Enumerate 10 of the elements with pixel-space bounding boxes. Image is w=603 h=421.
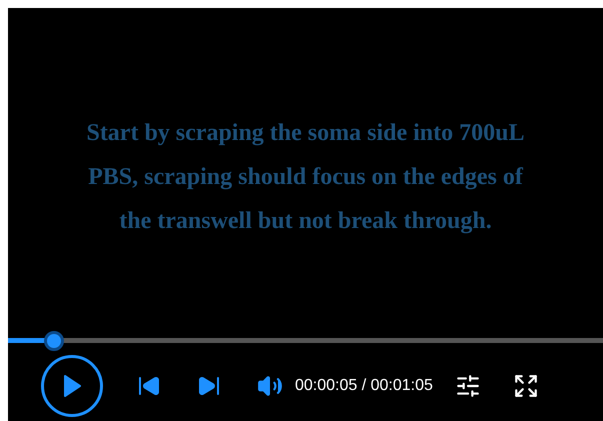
video-caption: Start by scraping the soma side into 700uL PBS, scraping should focus on the edges of the transwell but not break through. (85, 119, 526, 236)
fullscreen-icon (512, 372, 539, 399)
settings-button[interactable] (454, 372, 481, 399)
time-display: 00:00:05 / 00:01:05 (295, 376, 433, 396)
fullscreen-button[interactable] (512, 372, 539, 399)
progress-slider[interactable] (8, 330, 603, 350)
settings-icon (454, 372, 481, 399)
progress-handle[interactable] (44, 330, 64, 351)
play-button[interactable] (41, 354, 103, 417)
play-icon (63, 374, 81, 397)
